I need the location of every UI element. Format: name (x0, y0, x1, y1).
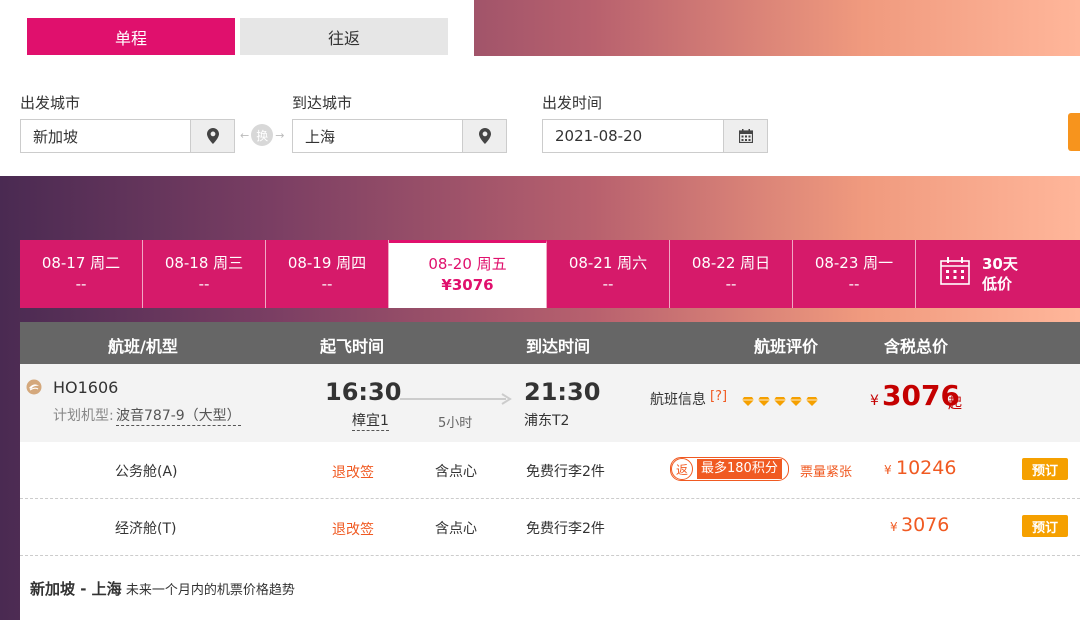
rebate-icon: 返 (671, 458, 693, 480)
meal-info: 含点心 (435, 521, 477, 537)
diamond-icon (742, 394, 754, 410)
from-city-value[interactable]: 新加坡 (21, 126, 190, 147)
flight-info-label[interactable]: 航班信息 (650, 389, 706, 409)
date-tab-0823[interactable]: 08-23 周一 -- (793, 240, 916, 308)
refund-change-link[interactable]: 退改签 (332, 462, 374, 482)
arrive-airport: 浦东T2 (524, 413, 570, 429)
calendar-icon (940, 257, 970, 291)
price-currency: ¥ (870, 393, 879, 409)
book-button[interactable]: 预订 (1022, 515, 1068, 537)
calendar-line-1: 30天 (982, 255, 1018, 273)
arrow-left-icon: ← (240, 128, 250, 142)
date-tab-0821[interactable]: 08-21 周六 -- (547, 240, 670, 308)
date-tab-date: 08-19 周四 (287, 254, 367, 272)
date-tab-price: -- (848, 275, 860, 293)
arrive-time: 21:30 (524, 378, 601, 406)
from-city-label: 出发城市 (20, 94, 81, 112)
ticket-status: 票量紧张 (800, 465, 853, 480)
flight-duration: 5小时 (438, 416, 473, 431)
date-tab-date: 08-21 周六 (568, 254, 648, 272)
swap-button[interactable]: ← 换 → (240, 124, 284, 146)
date-tab-date: 08-23 周一 (814, 254, 894, 272)
baggage-info: 免费行李2件 (526, 464, 605, 480)
date-tabs: 08-17 周二 -- 08-18 周三 -- 08-19 周四 -- 08-2… (20, 240, 1080, 308)
flight-number[interactable]: HO1606 (53, 378, 118, 397)
date-tab-0822[interactable]: 08-22 周日 -- (670, 240, 793, 308)
calendar-icon[interactable] (723, 120, 767, 152)
price-trend-title: 新加坡 - 上海 未来一个月内的机票价格趋势 (30, 578, 295, 599)
book-button[interactable]: 预订 (1022, 458, 1068, 480)
header-rating: 航班评价 (754, 337, 819, 356)
points-text: 最多180积分 (697, 459, 782, 479)
date-tab-price: -- (602, 275, 614, 293)
price-currency: ¥ (884, 463, 892, 477)
cabin-price: 10246 (896, 457, 957, 479)
airline-logo-icon (26, 379, 42, 399)
to-city-field[interactable]: 上海 (292, 119, 507, 153)
date-tab-0820[interactable]: 08-20 周五 ¥3076 (389, 240, 547, 308)
date-tab-price: -- (198, 275, 210, 293)
diamond-icon (790, 394, 802, 410)
cabin-row-business: 公务舱(A) 退改签 含点心 免费行李2件 返 最多180积分 票量紧张 ¥ 1… (20, 442, 1080, 499)
to-city-label: 到达城市 (292, 94, 353, 112)
trend-route: 新加坡 - 上海 (30, 580, 122, 598)
header-flight: 航班/机型 (108, 337, 178, 356)
date-tab-0817[interactable]: 08-17 周二 -- (20, 240, 143, 308)
from-city-field[interactable]: 新加坡 (20, 119, 235, 153)
date-tab-date: 08-17 周二 (41, 254, 121, 272)
date-tab-0818[interactable]: 08-18 周三 -- (143, 240, 266, 308)
arrow-right-icon: → (275, 128, 285, 142)
diamond-icon (806, 394, 818, 410)
header-depart[interactable]: 起飞时间 (320, 333, 384, 357)
low-price-calendar-tab[interactable]: 30天 低价 (916, 240, 1080, 308)
points-badge: 返 最多180积分 (670, 457, 789, 481)
aircraft-type[interactable]: 波音787-9（大型） (116, 405, 241, 426)
date-tab-date: 08-18 周三 (164, 254, 244, 272)
date-tab-price: -- (725, 275, 737, 293)
depart-airport[interactable]: 樟宜1 (352, 410, 389, 431)
date-tab-price: ¥3076 (441, 276, 494, 294)
flight-results: 航班/机型 起飞时间 到达时间 航班评价 含税总价 HO1606 计划机型: 波… (20, 322, 1080, 620)
flight-info-help[interactable]: [?] (710, 389, 727, 404)
swap-icon: 换 (251, 124, 274, 146)
tab-one-way[interactable]: 单程 (27, 18, 235, 55)
baggage-info: 免费行李2件 (526, 521, 605, 537)
calendar-line-2: 低价 (982, 275, 1013, 293)
cabin-name: 经济舱(T) (115, 521, 177, 537)
diamond-icon (758, 394, 770, 410)
depart-date-value[interactable]: 2021-08-20 (543, 127, 723, 145)
location-pin-icon[interactable] (462, 120, 506, 152)
price-currency: ¥ (890, 520, 898, 534)
search-button[interactable] (1068, 113, 1080, 151)
flight-arrow-icon (400, 393, 512, 409)
cabin-name: 公务舱(A) (115, 464, 178, 480)
meal-info: 含点心 (435, 464, 477, 480)
price-suffix: 起 (948, 396, 962, 412)
rating-diamonds (742, 394, 818, 410)
date-tab-date: 08-22 周日 (691, 254, 771, 272)
table-header: 航班/机型 起飞时间 到达时间 航班评价 含税总价 (20, 322, 1080, 364)
search-panel (0, 56, 1080, 176)
date-tab-date: 08-20 周五 (428, 255, 507, 273)
cabin-price: 3076 (901, 514, 950, 536)
trend-description: 未来一个月内的机票价格趋势 (125, 583, 295, 598)
header-price[interactable]: 含税总价 (884, 333, 948, 357)
depart-time: 16:30 (325, 378, 402, 406)
aircraft-label: 计划机型: (53, 408, 114, 424)
date-tab-0819[interactable]: 08-19 周四 -- (266, 240, 389, 308)
low-price-calendar-label: 30天 低价 (982, 254, 1018, 294)
cabin-row-economy: 经济舱(T) 退改签 含点心 免费行李2件 ¥ 3076 预订 (20, 499, 1080, 556)
depart-date-label: 出发时间 (542, 94, 603, 112)
flight-row: HO1606 计划机型: 波音787-9（大型） 16:30 樟宜1 5小时 2… (20, 364, 1080, 442)
tab-round-trip[interactable]: 往返 (240, 18, 448, 55)
location-pin-icon[interactable] (190, 120, 234, 152)
date-tab-price: -- (75, 275, 87, 293)
refund-change-link[interactable]: 退改签 (332, 519, 374, 539)
diamond-icon (774, 394, 786, 410)
depart-date-field[interactable]: 2021-08-20 (542, 119, 768, 153)
header-arrive[interactable]: 到达时间 (526, 333, 590, 357)
date-tab-price: -- (321, 275, 333, 293)
to-city-value[interactable]: 上海 (293, 126, 462, 147)
